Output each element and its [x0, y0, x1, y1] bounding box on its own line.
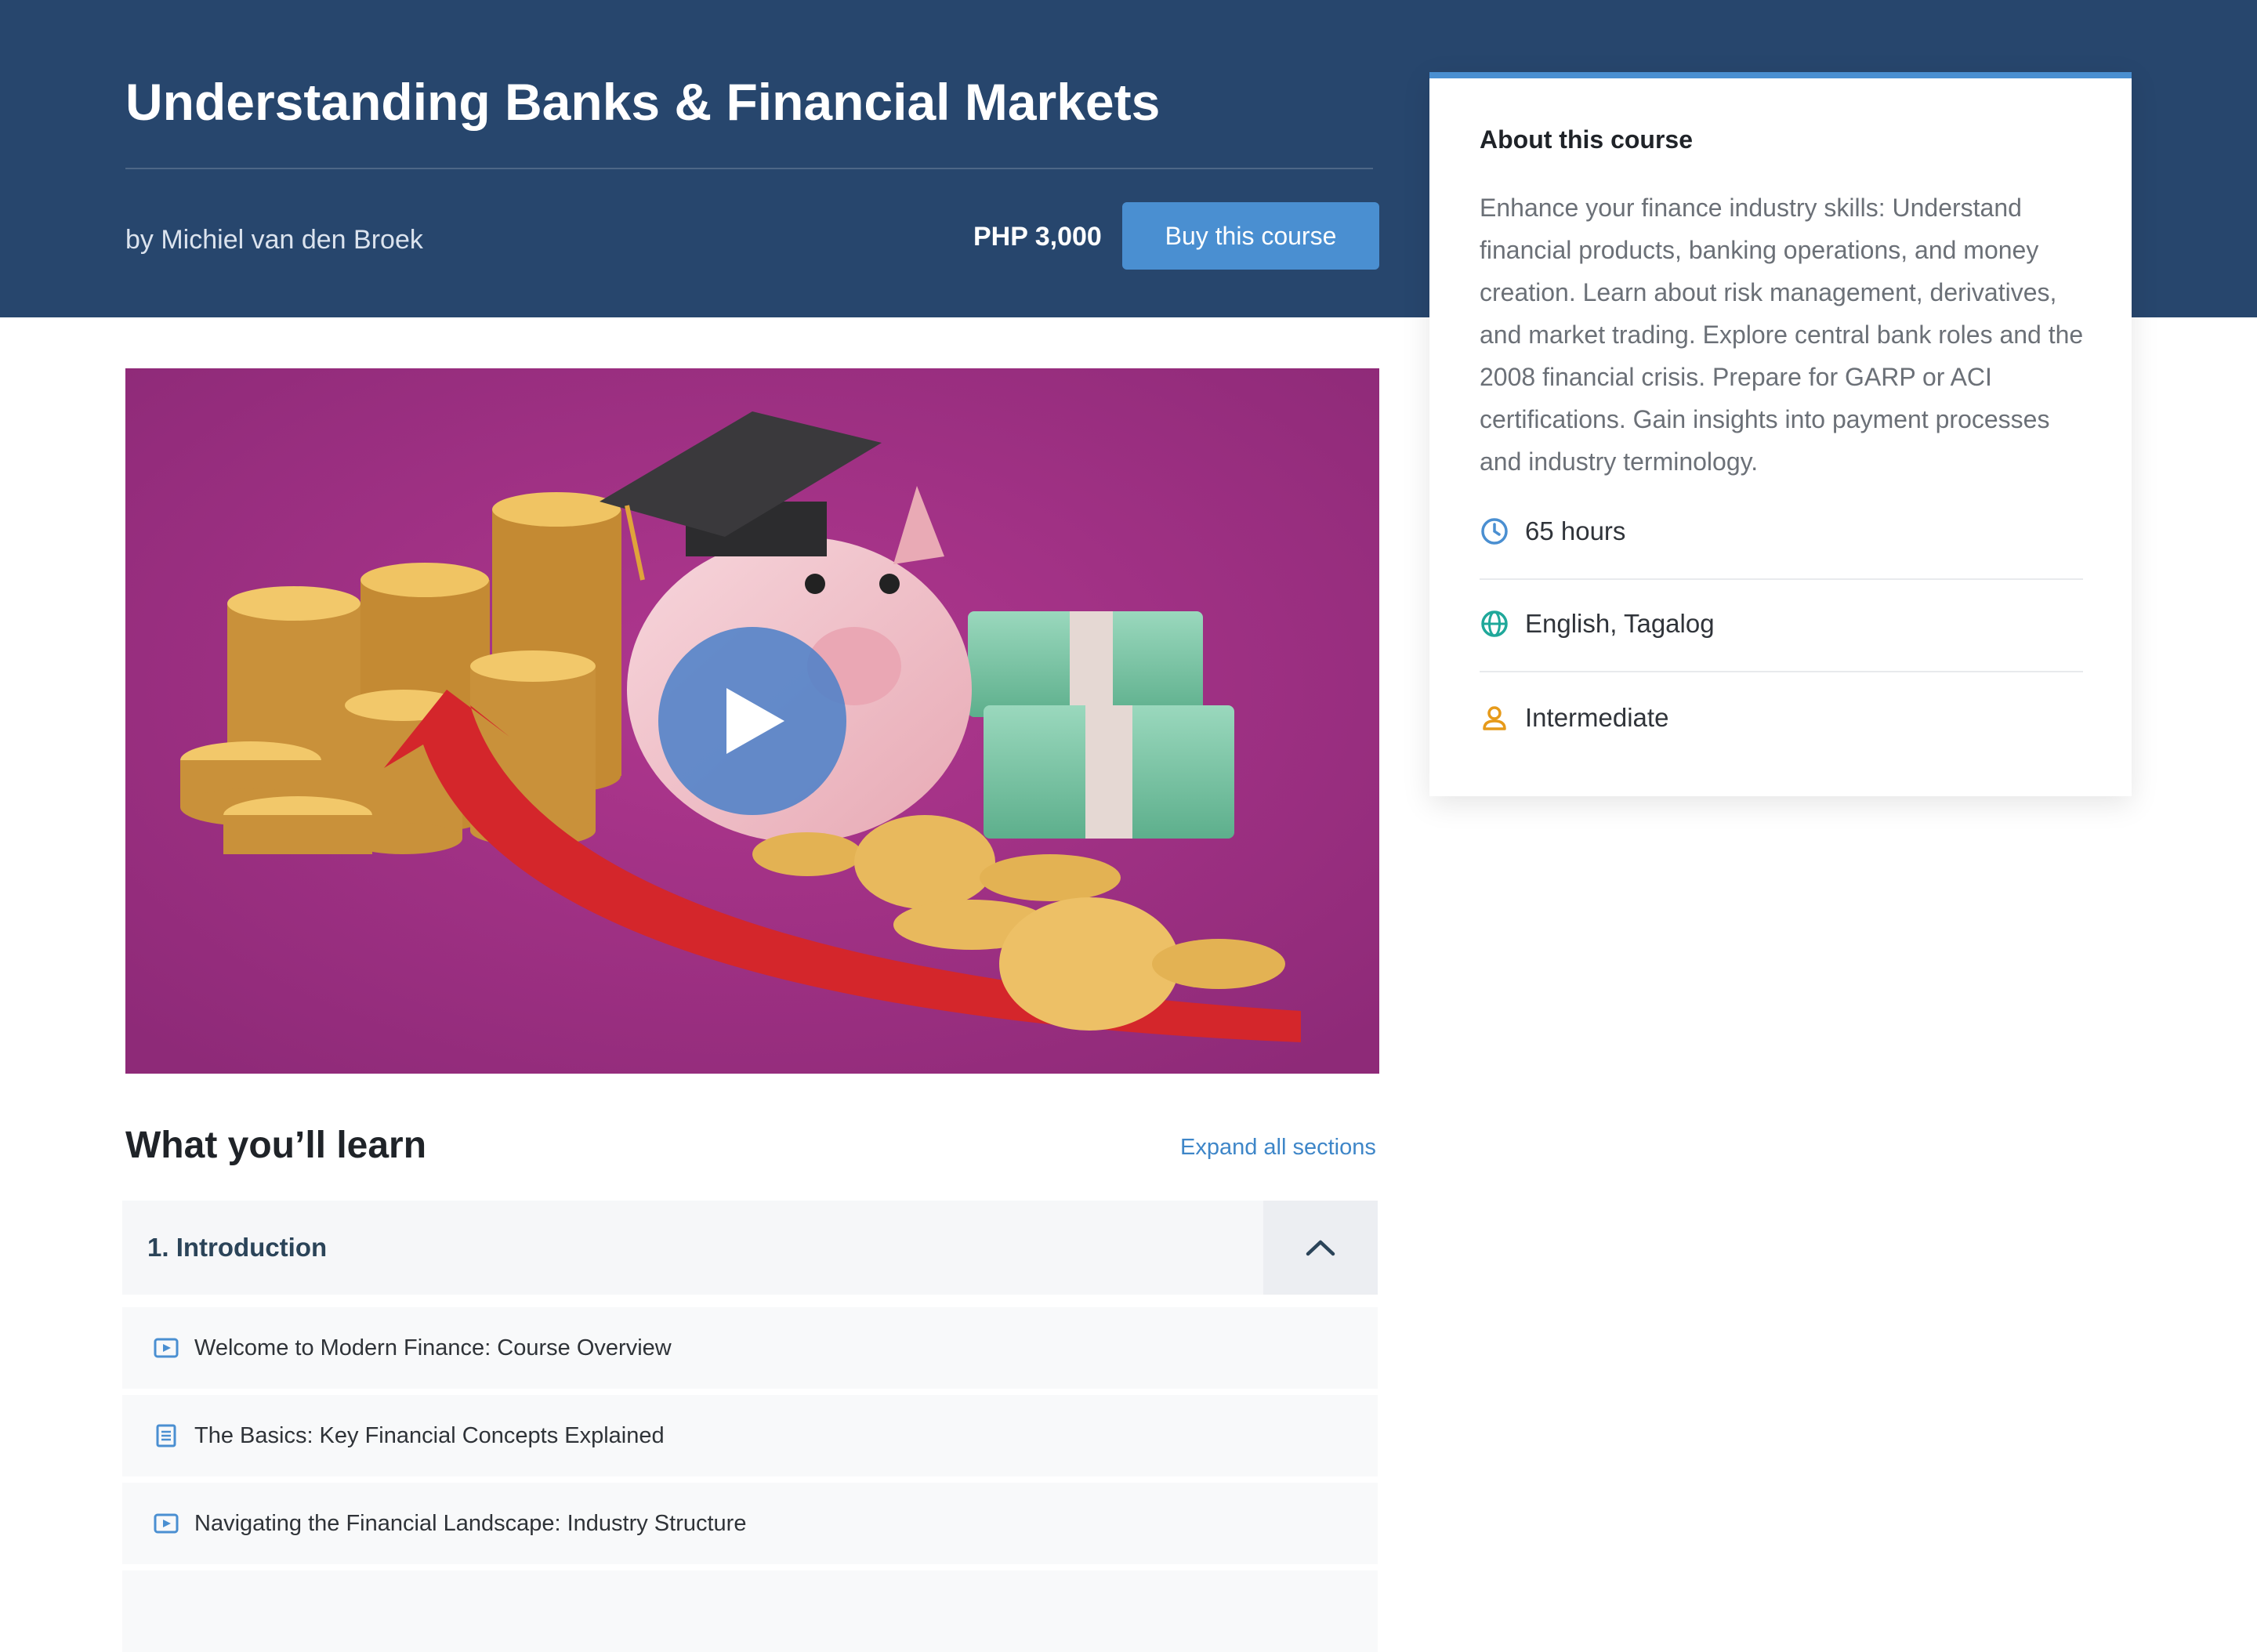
play-button[interactable] — [658, 627, 846, 815]
level-text: Intermediate — [1525, 703, 1669, 732]
what-you-learn-heading: What you’ll learn — [125, 1125, 427, 1166]
duration-text: 65 hours — [1525, 516, 1626, 545]
course-author: by Michiel van den Broek — [125, 225, 423, 255]
play-icon — [726, 688, 784, 754]
course-price: PHP 3,000 — [973, 222, 1102, 252]
lesson-title: Welcome to Modern Finance: Course Overvi… — [194, 1335, 672, 1360]
video-icon — [154, 1513, 179, 1534]
document-icon — [156, 1424, 176, 1447]
lesson-item-partial[interactable] — [122, 1570, 1378, 1652]
cash-stacks — [968, 611, 1234, 839]
about-course-heading: About this course — [1480, 125, 1694, 154]
globe-icon — [1481, 610, 1508, 637]
lesson-title: The Basics: Key Financial Concepts Expla… — [194, 1422, 665, 1448]
meta-divider — [1480, 578, 2083, 580]
course-description: Enhance your finance industry skills: Un… — [1480, 194, 2084, 476]
course-level: Intermediate — [1480, 694, 2083, 741]
buy-course-button[interactable]: Buy this course — [1122, 202, 1379, 270]
course-duration: 65 hours — [1480, 508, 2083, 555]
expand-all-sections-link[interactable]: Expand all sections — [1180, 1133, 1376, 1161]
header-divider — [125, 168, 1373, 169]
section-title: 1. Introduction — [147, 1233, 328, 1262]
lesson-item[interactable]: Welcome to Modern Finance: Course Overvi… — [122, 1307, 1378, 1389]
meta-divider — [1480, 671, 2083, 672]
chevron-up-icon — [1306, 1240, 1335, 1256]
clock-icon — [1481, 518, 1508, 545]
course-preview-video[interactable] — [125, 368, 1379, 1074]
collapse-section-button[interactable] — [1263, 1201, 1378, 1295]
lesson-item[interactable]: The Basics: Key Financial Concepts Expla… — [122, 1395, 1378, 1476]
about-course-card: About this course Enhance your finance i… — [1429, 72, 2132, 796]
lesson-title: Navigating the Financial Landscape: Indu… — [194, 1510, 747, 1536]
course-languages: English, Tagalog — [1480, 600, 2083, 647]
languages-text: English, Tagalog — [1525, 609, 1715, 638]
section-header-introduction[interactable]: 1. Introduction — [122, 1201, 1378, 1295]
lesson-item[interactable]: Navigating the Financial Landscape: Indu… — [122, 1483, 1378, 1564]
video-icon — [154, 1338, 179, 1358]
user-icon — [1483, 706, 1506, 730]
course-title: Understanding Banks & Financial Markets — [125, 73, 1161, 131]
